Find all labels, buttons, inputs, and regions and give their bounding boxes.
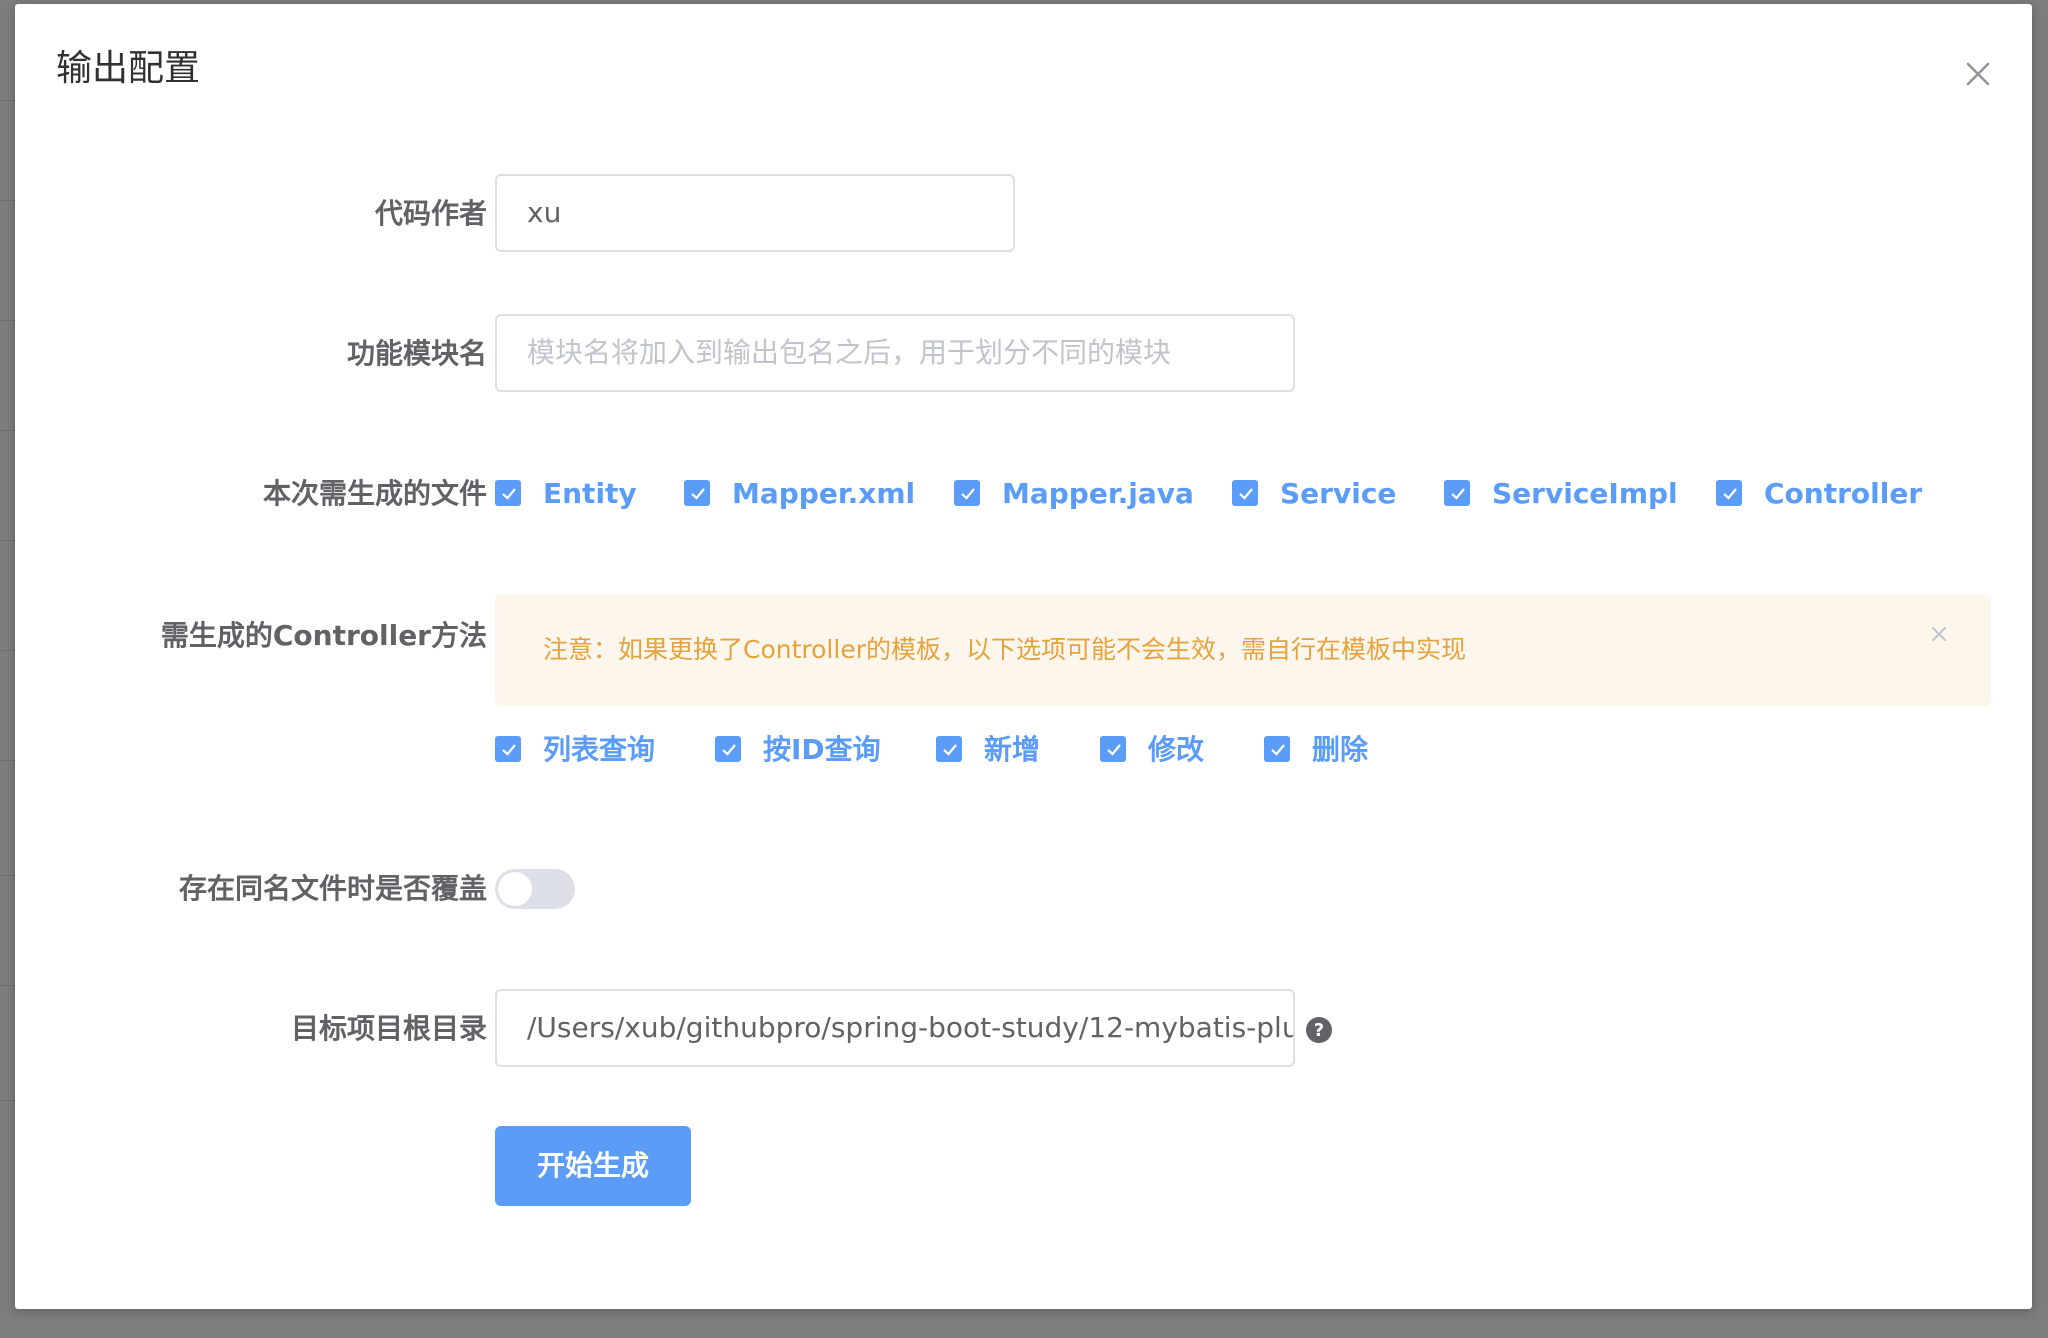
alert-text: 注意：如果更换了Controller的模板，以下选项可能不会生效，需自行在模板中… [543, 635, 1466, 664]
check-icon [715, 736, 741, 762]
checkbox-label: Mapper.java [1002, 477, 1194, 510]
author-input[interactable]: xu [495, 174, 1015, 252]
target-dir-input[interactable]: /Users/xub/githubpro/spring-boot-study/1… [495, 989, 1295, 1067]
checkbox-label: 新增 [984, 733, 1041, 766]
module-input[interactable]: 模块名将加入到输出包名之后，用于划分不同的模块 [495, 314, 1295, 392]
question-circle-icon[interactable]: ? [1305, 1016, 1333, 1044]
controller-methods-checkbox-group: 列表查询 按ID查询 新增 修改 删除 [495, 730, 1495, 770]
author-input-value: xu [527, 196, 562, 229]
check-icon [954, 480, 980, 506]
check-icon [936, 736, 962, 762]
check-icon [495, 736, 521, 762]
close-icon[interactable] [1927, 622, 1951, 646]
author-label: 代码作者 [374, 197, 487, 230]
close-icon[interactable] [1958, 54, 1998, 94]
checkbox-label: Controller [1764, 477, 1923, 510]
files-label: 本次需生成的文件 [262, 477, 487, 510]
output-config-dialog: 输出配置 代码作者 xu 功能模块名 模块名将加入到输出包名之后，用于划分不同的… [15, 4, 2032, 1309]
checkbox-label: ServiceImpl [1492, 477, 1678, 510]
checkbox-label: 按ID查询 [763, 733, 881, 766]
check-icon [684, 480, 710, 506]
switch-knob [498, 872, 532, 906]
check-icon [1100, 736, 1126, 762]
checkbox-label: Mapper.xml [732, 477, 916, 510]
controller-methods-label: 需生成的Controller方法 [160, 619, 487, 652]
checkbox-label: Entity [543, 477, 637, 510]
overwrite-switch[interactable] [495, 869, 575, 909]
check-icon [495, 480, 521, 506]
check-icon [1444, 480, 1470, 506]
check-icon [1264, 736, 1290, 762]
check-icon [1232, 480, 1258, 506]
checkbox-label: 修改 [1148, 733, 1205, 766]
checkbox-label: 删除 [1312, 733, 1369, 766]
dialog-title: 输出配置 [56, 48, 201, 89]
module-input-placeholder: 模块名将加入到输出包名之后，用于划分不同的模块 [527, 336, 1172, 369]
checkbox-label: Service [1280, 477, 1397, 510]
target-dir-input-value: /Users/xub/githubpro/spring-boot-study/1… [527, 1011, 1295, 1044]
check-icon [1716, 480, 1742, 506]
start-generate-button[interactable]: 开始生成 [495, 1126, 691, 1206]
svg-text:?: ? [1314, 1020, 1324, 1041]
warning-alert: 注意：如果更换了Controller的模板，以下选项可能不会生效，需自行在模板中… [495, 594, 1991, 706]
target-dir-label: 目标项目根目录 [290, 1012, 487, 1045]
checkbox-label: 列表查询 [543, 733, 656, 766]
module-label: 功能模块名 [346, 337, 487, 370]
files-checkbox-group: Entity Mapper.xml Mapper.java Service Se… [495, 474, 1995, 514]
overwrite-label: 存在同名文件时是否覆盖 [178, 872, 487, 905]
